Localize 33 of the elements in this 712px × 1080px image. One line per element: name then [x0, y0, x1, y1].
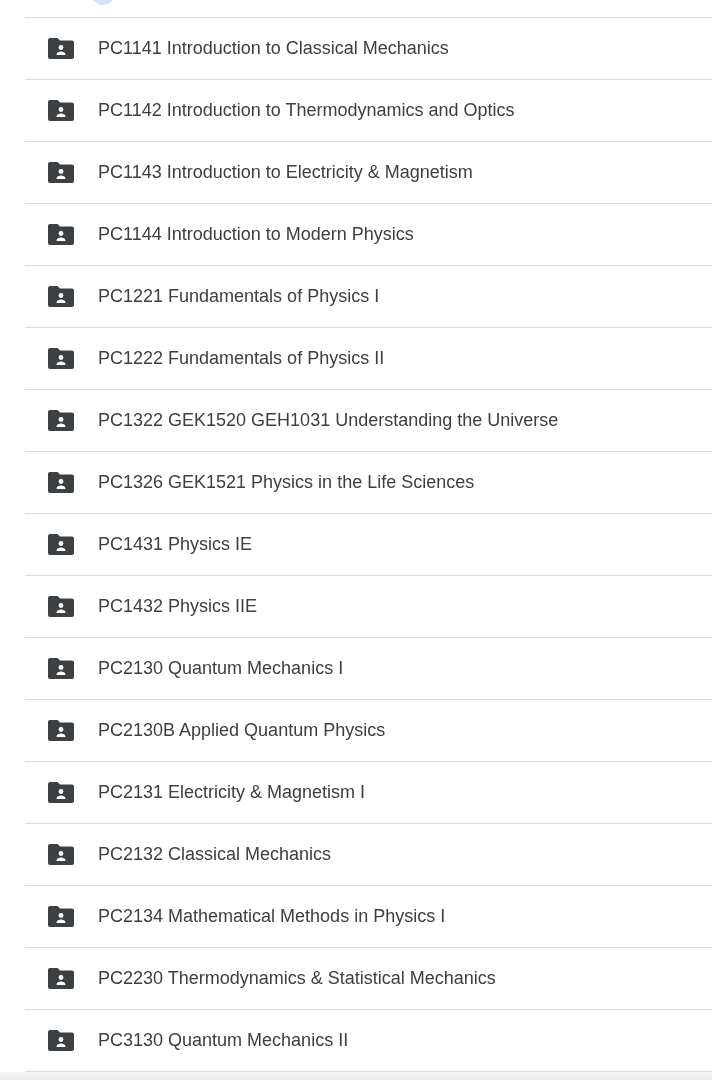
shared-folder-icon	[48, 472, 74, 493]
folder-list-item[interactable]: PC1222 Fundamentals of Physics II	[25, 328, 712, 390]
folder-list-item[interactable]: PC2134 Mathematical Methods in Physics I	[25, 886, 712, 948]
folder-list-item[interactable]: PC1431 Physics IE	[25, 514, 712, 576]
folder-list-item[interactable]: PC1326 GEK1521 Physics in the Life Sciences	[25, 452, 712, 514]
shared-folder-icon	[48, 224, 74, 245]
shared-folder-icon	[48, 348, 74, 369]
folder-list-item[interactable]: PC1432 Physics IIE	[25, 576, 712, 638]
shared-folder-icon	[48, 782, 74, 803]
shared-folder-icon	[48, 100, 74, 121]
folder-list-item[interactable]: PC1144 Introduction to Modern Physics	[25, 204, 712, 266]
shared-folder-icon	[48, 968, 74, 989]
shared-folder-icon	[48, 410, 74, 431]
shared-folder-icon	[48, 844, 74, 865]
shared-folder-icon	[48, 906, 74, 927]
folder-list-item[interactable]: PC1322 GEK1520 GEH1031 Understanding the Universe	[25, 390, 712, 452]
shared-folder-icon	[48, 162, 74, 183]
folder-list-item[interactable]: PC1141 Introduction to Classical Mechanics	[25, 18, 712, 80]
shared-folder-icon	[48, 38, 74, 59]
shared-folder-icon	[48, 1030, 74, 1051]
folder-list-item[interactable]: PC2130B Applied Quantum Physics	[25, 700, 712, 762]
folder-list-item[interactable]: PC1142 Introduction to Thermodynamics and Optics	[25, 80, 712, 142]
shared-folder-icon	[48, 596, 74, 617]
folder-list-item[interactable]: PC2132 Classical Mechanics	[25, 824, 712, 886]
shared-folder-icon	[48, 286, 74, 307]
shared-folder-icon	[48, 658, 74, 679]
folder-list-item[interactable]: PC2130 Quantum Mechanics I	[25, 638, 712, 700]
folder-list-item[interactable]: PC1143 Introduction to Electricity & Magnetism	[25, 142, 712, 204]
folder-list-item[interactable]: PC1221 Fundamentals of Physics I	[25, 266, 712, 328]
folder-list-item[interactable]: PC2131 Electricity & Magnetism I	[25, 762, 712, 824]
folder-list-item[interactable]: PC2230 Thermodynamics & Statistical Mechanics	[25, 948, 712, 1010]
shared-folder-icon	[48, 534, 74, 555]
shared-folder-icon	[48, 720, 74, 741]
